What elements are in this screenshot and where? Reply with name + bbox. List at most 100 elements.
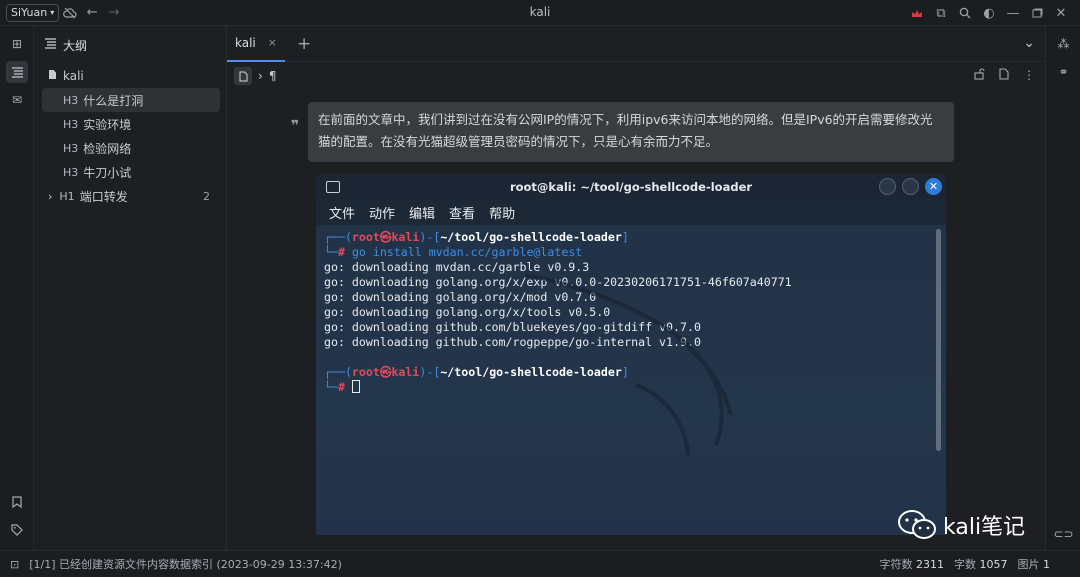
- plugin-icon[interactable]: ⧉: [930, 2, 952, 24]
- kali-dragon-watermark: [525, 273, 733, 456]
- outline-item[interactable]: H3 检验网络: [34, 136, 226, 160]
- chevron-right-icon[interactable]: ›: [48, 190, 52, 203]
- link-icon: ⊂⊃: [1053, 527, 1074, 541]
- blockquote[interactable]: 在前面的文章中，我们讲到过在没有公网IP的情况下，利用ipv6来访问本地的网络。…: [308, 102, 954, 162]
- status-bar: ⊡ [1/1] 已经创建资源文件内容数据索引 (2023-09-29 13:37…: [0, 550, 1080, 577]
- watermark-text: kali笔记: [943, 515, 1026, 540]
- outline-doc-item[interactable]: kali: [34, 64, 226, 88]
- prompt-host: kali: [391, 230, 420, 244]
- outline-icon: [6, 61, 28, 83]
- document-icon[interactable]: [234, 67, 252, 85]
- tab-bar: kali × + ⌄: [227, 26, 1045, 62]
- terminal-scrollbar: [936, 229, 941, 451]
- prompt-host: kali: [391, 365, 420, 379]
- crown-icon[interactable]: [906, 2, 928, 24]
- terminal-maximize-icon: [902, 178, 919, 195]
- backlink-icon: ⚭: [1058, 65, 1069, 79]
- backlink-dock-button[interactable]: ⚭: [1046, 58, 1080, 86]
- close-icon[interactable]: ✕: [1050, 2, 1072, 24]
- wechat-watermark: kali笔记: [897, 509, 1025, 541]
- terminal-title: root@kali: ~/tool/go-shellcode-loader: [509, 180, 753, 194]
- bookmark-icon: [6, 491, 28, 513]
- unlock-icon[interactable]: [974, 68, 985, 83]
- outline-item-label: 端口转发: [79, 189, 128, 204]
- terminal-menu-item: 文件: [329, 206, 356, 222]
- close-tab-icon[interactable]: ×: [268, 36, 277, 49]
- editor-toolbar: ⋮: [974, 68, 1035, 83]
- heading-level-label: H3: [63, 165, 79, 179]
- heading-level-label: H3: [63, 93, 79, 107]
- prompt-path: ~/tool/go-shellcode-loader: [440, 230, 622, 244]
- prompt-at: ㉿: [379, 365, 392, 379]
- terminal-menu-item: 帮助: [489, 206, 516, 222]
- forward-arrow-icon[interactable]: →: [103, 2, 125, 24]
- dock-toggle-icon[interactable]: ⊡: [10, 558, 19, 571]
- terminal-cursor: [351, 380, 360, 393]
- blockquote-icon: ❞: [291, 118, 300, 134]
- graph-icon: ⁂: [1057, 37, 1070, 51]
- file-tree-icon: ⊞: [11, 37, 23, 51]
- paragraph-icon[interactable]: ¶: [269, 69, 277, 83]
- terminal-close-icon: ✕: [925, 178, 942, 195]
- outline-item-label: 实验环境: [83, 117, 132, 132]
- terminal-titlebar: root@kali: ~/tool/go-shellcode-loader ✕: [316, 175, 946, 199]
- search-icon[interactable]: [954, 2, 976, 24]
- breadcrumb: › ¶: [227, 62, 1045, 90]
- workspace-menu-button[interactable]: SiYuan ▾: [6, 3, 60, 22]
- terminal-command-line: └─# go install mvdan.cc/garble@latest: [324, 245, 583, 259]
- outline-item-label: 牛刀小试: [83, 165, 132, 180]
- status-message: [1/1] 已经创建资源文件内容数据索引 (2023-09-29 13:37:4…: [29, 558, 342, 571]
- outline-header: 大纲: [34, 26, 226, 64]
- bookmark-dock-button[interactable]: [0, 488, 34, 516]
- document-icon[interactable]: [999, 68, 1009, 83]
- wechat-icon: [898, 510, 936, 539]
- child-count-badge: 2: [203, 189, 210, 203]
- editor-area: kali × + ⌄ › ¶ ⋮ ❞ 在前面的文章中，我们讲到过在没有公网IP的…: [227, 26, 1045, 550]
- terminal-menu-item: 编辑: [409, 206, 436, 222]
- titlebar: SiYuan ▾ ← → kali ⧉ ◐ — ✕: [0, 0, 1080, 26]
- maximize-icon[interactable]: [1026, 2, 1048, 24]
- back-arrow-icon[interactable]: ←: [81, 2, 103, 24]
- workspace-name: SiYuan: [11, 6, 48, 19]
- file-tree-dock-button[interactable]: ⊞: [0, 30, 34, 58]
- outline-item[interactable]: › H1 端口转发 2: [34, 184, 226, 208]
- tab-label: kali: [235, 35, 256, 50]
- inbox-dock-button[interactable]: ✉: [0, 86, 34, 114]
- heading-level-label: H3: [63, 141, 79, 155]
- heading-level-label: H3: [63, 117, 79, 131]
- tag-dock-button[interactable]: [0, 516, 34, 544]
- terminal-screenshot[interactable]: root@kali: ~/tool/go-shellcode-loader ✕ …: [316, 175, 946, 535]
- new-tab-icon[interactable]: +: [297, 34, 311, 54]
- outline-doc-label: kali: [63, 69, 84, 83]
- graph-dock-button[interactable]: ⁂: [1046, 30, 1080, 58]
- theme-mode-icon[interactable]: ◐: [978, 2, 1000, 24]
- char-count: 字符数 2311: [879, 558, 945, 571]
- mail-icon: ✉: [11, 93, 23, 107]
- cloud-sync-icon[interactable]: [59, 2, 81, 24]
- outline-item[interactable]: H3 牛刀小试: [34, 160, 226, 184]
- outline-title: 大纲: [63, 38, 88, 53]
- tag-icon: [6, 519, 28, 541]
- terminal-menu-item: 查看: [449, 206, 476, 222]
- document-icon: [48, 69, 57, 83]
- prompt-user: root: [351, 365, 380, 379]
- outline-item-label: 检验网络: [83, 141, 132, 156]
- heading-level-label: H1: [59, 189, 75, 203]
- minimize-icon[interactable]: —: [1002, 2, 1024, 24]
- more-icon[interactable]: ⋮: [1023, 68, 1035, 83]
- siyuan-app: SiYuan ▾ ← → kali ⧉ ◐ — ✕ ⊞ ✉ 大纲 kali H3…: [0, 0, 1080, 577]
- terminal-minimize-icon: [879, 178, 896, 195]
- terminal-menu-item: 动作: [369, 206, 396, 222]
- outline-item[interactable]: H3 什么是打洞: [42, 88, 220, 112]
- outline-dock-button[interactable]: [0, 58, 34, 86]
- image-count: 图片 1: [1017, 558, 1051, 571]
- tab-kali[interactable]: kali ×: [227, 26, 285, 62]
- outline-icon: [44, 38, 57, 52]
- outline-panel: 大纲 kali H3 什么是打洞 H3 实验环境 H3 检验网络 H3 牛刀小试…: [34, 26, 227, 550]
- terminal-body: ┌──(root㉿kali)-[~/tool/go-shellcode-load…: [316, 225, 946, 535]
- chevron-down-icon[interactable]: ⌄: [1023, 35, 1035, 51]
- word-count: 字数 1057: [954, 558, 1008, 571]
- link-dock-button[interactable]: ⊂⊃: [1046, 520, 1080, 548]
- outline-item[interactable]: H3 实验环境: [34, 112, 226, 136]
- terminal-command: go install mvdan.cc/garble@latest: [351, 245, 583, 259]
